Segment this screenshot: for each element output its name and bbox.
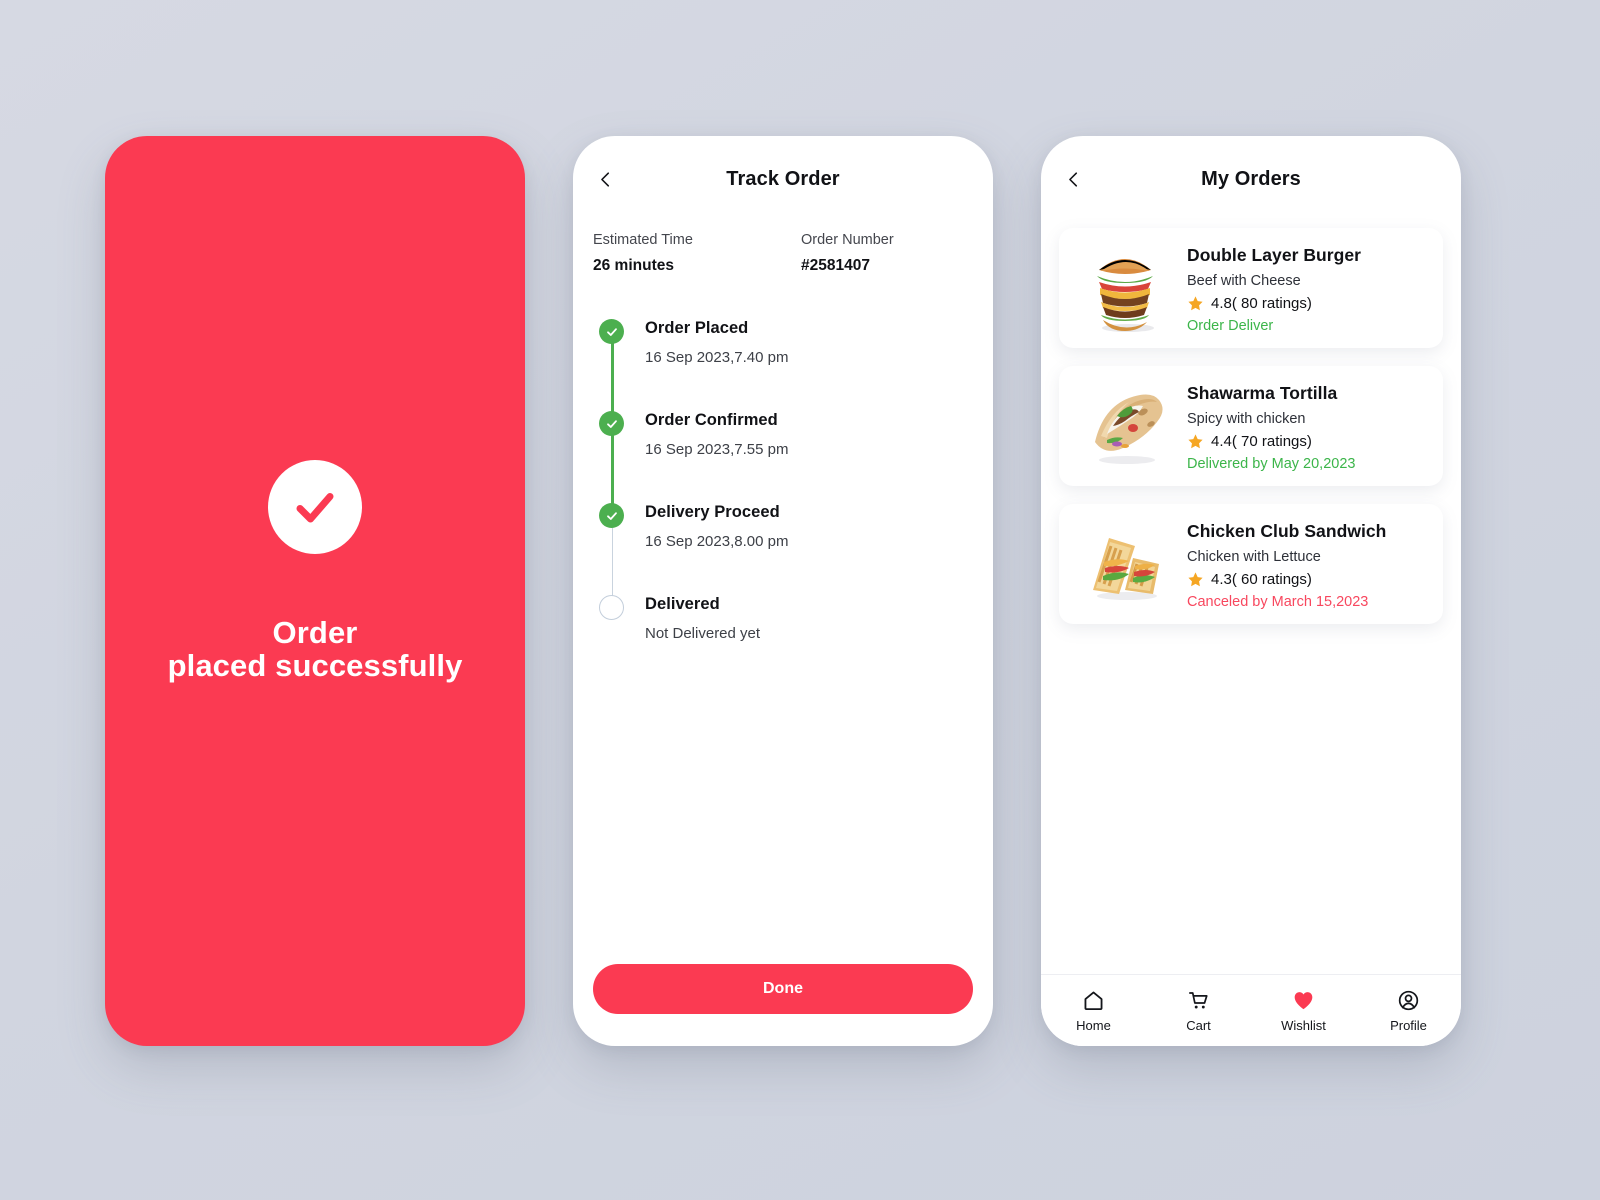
order-number-block: Order Number #2581407 [783, 232, 973, 275]
bottom-navigation: Home Cart Wishlist Profile [1041, 974, 1461, 1046]
rating-row: 4.8( 80 ratings) [1187, 295, 1429, 312]
timeline-step-time: 16 Sep 2023,7.40 pm [645, 349, 789, 366]
chevron-left-icon [1068, 171, 1077, 187]
estimated-time-block: Estimated Time 26 minutes [593, 232, 783, 275]
track-order-screen: Track Order Estimated Time 26 minutes Or… [573, 136, 993, 1046]
sandwich-image [1073, 516, 1177, 612]
timeline-step-time: 16 Sep 2023,8.00 pm [645, 533, 789, 550]
timeline-step: Order Confirmed 16 Sep 2023,7.55 pm [595, 411, 973, 505]
order-meta-row: Estimated Time 26 minutes Order Number #… [573, 232, 993, 275]
status-badge: Canceled by March 15,2023 [1187, 593, 1369, 610]
tab-profile[interactable]: Profile [1356, 989, 1461, 1033]
status-badge: Order Deliver [1187, 317, 1274, 334]
order-name: Chicken Club Sandwich [1187, 520, 1387, 541]
order-description: Spicy with chicken [1187, 410, 1306, 427]
track-order-header: Track Order [573, 136, 993, 222]
order-number-value: #2581407 [801, 257, 870, 274]
order-card[interactable]: Double Layer Burger Beef with Cheese 4.8… [1059, 228, 1443, 348]
order-card[interactable]: Shawarma Tortilla Spicy with chicken 4.4… [1059, 366, 1443, 486]
order-name: Double Layer Burger [1187, 244, 1362, 265]
home-icon [1084, 991, 1103, 1010]
done-button[interactable]: Done [593, 964, 973, 1014]
order-name: Shawarma Tortilla [1187, 382, 1338, 403]
timeline-connector [611, 527, 613, 597]
tab-label: Profile [1390, 1017, 1427, 1033]
star-icon [1188, 571, 1203, 586]
estimated-time-value: 26 minutes [593, 257, 674, 274]
order-success-screen: Order placed successfully [105, 136, 525, 1046]
timeline-step: Delivery Proceed 16 Sep 2023,8.00 pm [595, 503, 973, 597]
rating-text: 4.3( 60 ratings) [1211, 570, 1312, 588]
order-card[interactable]: Chicken Club Sandwich Chicken with Lettu… [1059, 504, 1443, 624]
timeline-step-time: 16 Sep 2023,7.55 pm [645, 441, 789, 458]
timeline-step: Delivered Not Delivered yet [595, 595, 973, 655]
success-line-1: Order [272, 614, 358, 650]
timeline-node-pending [599, 595, 624, 620]
tab-label: Cart [1186, 1017, 1211, 1033]
tab-cart[interactable]: Cart [1146, 989, 1251, 1033]
burger-image [1073, 240, 1177, 336]
my-orders-header: My Orders [1041, 136, 1461, 222]
page-title: Track Order [726, 167, 840, 190]
screenshot-stage: Order placed successfully Track Order Es… [0, 0, 1600, 1200]
rating-row: 4.3( 60 ratings) [1187, 571, 1429, 588]
order-description: Chicken with Lettuce [1187, 548, 1321, 565]
profile-icon [1398, 990, 1419, 1010]
timeline-connector [611, 343, 614, 413]
timeline-step-title: Delivered [645, 595, 720, 613]
success-line-2: placed successfully [167, 648, 463, 683]
order-timeline: Order Placed 16 Sep 2023,7.40 pm Order C… [573, 319, 993, 655]
order-number-label: Order Number [801, 232, 894, 248]
status-badge: Delivered by May 20,2023 [1187, 455, 1356, 472]
timeline-connector [611, 435, 614, 505]
order-description: Beef with Cheese [1187, 272, 1301, 289]
timeline-step-title: Order Placed [645, 319, 749, 337]
timeline-node-done [599, 411, 624, 436]
orders-list: Double Layer Burger Beef with Cheese 4.8… [1041, 228, 1461, 624]
chevron-left-icon [600, 171, 609, 187]
heart-icon [1294, 991, 1313, 1009]
star-icon [1188, 433, 1203, 448]
rating-text: 4.4( 70 ratings) [1211, 432, 1312, 450]
cart-icon [1189, 991, 1208, 1008]
page-title: My Orders [1201, 167, 1301, 190]
check-circle-icon [268, 459, 362, 554]
my-orders-screen: My Orders Double Layer Burger Beef with … [1041, 136, 1461, 1046]
success-message: Order placed successfully [167, 614, 463, 683]
tab-label: Home [1076, 1017, 1111, 1033]
star-icon [1188, 295, 1203, 310]
check-icon [606, 511, 617, 520]
back-button[interactable] [1055, 161, 1091, 197]
tab-home[interactable]: Home [1041, 989, 1146, 1033]
back-button[interactable] [587, 161, 623, 197]
tab-wishlist[interactable]: Wishlist [1251, 989, 1356, 1033]
timeline-step-time: Not Delivered yet [645, 625, 761, 642]
rating-row: 4.4( 70 ratings) [1187, 433, 1429, 450]
timeline-node-done [599, 503, 624, 528]
rating-text: 4.8( 80 ratings) [1211, 294, 1312, 312]
timeline-step-title: Order Confirmed [645, 411, 778, 429]
check-icon [606, 419, 617, 428]
timeline-step: Order Placed 16 Sep 2023,7.40 pm [595, 319, 973, 413]
tab-label: Wishlist [1281, 1017, 1326, 1033]
timeline-node-done [599, 319, 624, 344]
estimated-time-label: Estimated Time [593, 232, 693, 248]
check-icon [606, 327, 617, 336]
shawarma-image [1073, 378, 1177, 474]
timeline-step-title: Delivery Proceed [645, 503, 780, 521]
